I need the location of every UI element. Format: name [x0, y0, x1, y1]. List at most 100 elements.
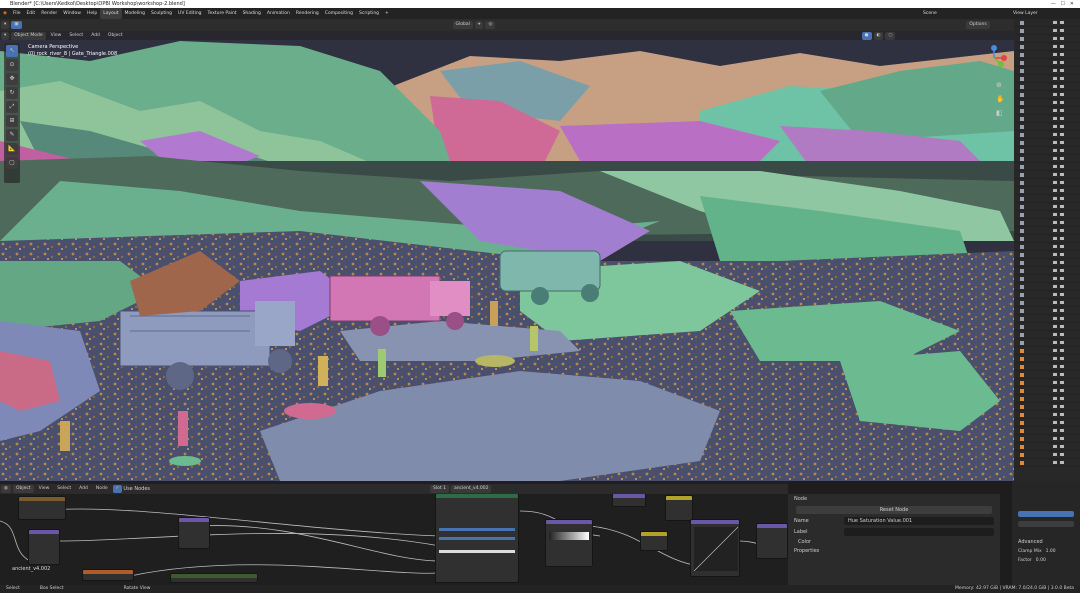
render-camera-icon[interactable] — [1060, 197, 1064, 200]
render-camera-icon[interactable] — [1060, 269, 1064, 272]
visibility-eye-icon[interactable] — [1053, 141, 1057, 144]
node-math[interactable] — [640, 531, 668, 551]
outliner-row[interactable] — [1014, 251, 1080, 259]
editor-type-node-icon[interactable]: ◍ — [1, 485, 11, 493]
render-camera-icon[interactable] — [1060, 69, 1064, 72]
render-camera-icon[interactable] — [1060, 461, 1064, 464]
outliner-row[interactable] — [1014, 83, 1080, 91]
visibility-eye-icon[interactable] — [1053, 229, 1057, 232]
node-menu-node[interactable]: Node — [93, 485, 111, 493]
visibility-eye-icon[interactable] — [1053, 405, 1057, 408]
slot-dropdown[interactable]: Slot 1 — [430, 485, 449, 493]
visibility-eye-icon[interactable] — [1053, 37, 1057, 40]
outliner-row[interactable] — [1014, 283, 1080, 291]
outliner-row[interactable] — [1014, 187, 1080, 195]
visibility-eye-icon[interactable] — [1053, 341, 1057, 344]
render-camera-icon[interactable] — [1060, 109, 1064, 112]
visibility-eye-icon[interactable] — [1053, 101, 1057, 104]
material-selector[interactable]: ancient_v4.002 — [450, 485, 492, 493]
render-camera-icon[interactable] — [1060, 189, 1064, 192]
menu-render[interactable]: Render — [38, 8, 60, 19]
transform-tool-icon[interactable]: ⊞ — [6, 115, 18, 127]
visibility-eye-icon[interactable] — [1053, 309, 1057, 312]
outliner-row[interactable] — [1014, 219, 1080, 227]
render-camera-icon[interactable] — [1060, 53, 1064, 56]
visibility-eye-icon[interactable] — [1053, 133, 1057, 136]
outliner-row[interactable] — [1014, 91, 1080, 99]
outliner-row[interactable] — [1014, 435, 1080, 443]
node-menu-add[interactable]: Add — [76, 485, 91, 493]
visibility-eye-icon[interactable] — [1053, 157, 1057, 160]
visibility-eye-icon[interactable] — [1053, 461, 1057, 464]
outliner-row[interactable] — [1014, 195, 1080, 203]
visibility-eye-icon[interactable] — [1053, 165, 1057, 168]
render-camera-icon[interactable] — [1060, 325, 1064, 328]
tab-animation[interactable]: Animation — [264, 8, 293, 19]
render-camera-icon[interactable] — [1060, 429, 1064, 432]
proportional-icon[interactable]: ◎ — [485, 21, 496, 29]
render-camera-icon[interactable] — [1060, 341, 1064, 344]
node-attribute[interactable] — [82, 569, 134, 581]
node-mix[interactable] — [178, 517, 210, 549]
editor-type-3d[interactable]: ▾ — [1, 31, 10, 40]
reset-node-button[interactable]: Reset Node — [796, 506, 992, 514]
editor-type-icon[interactable]: ▾ — [1, 21, 10, 29]
outliner-row[interactable] — [1014, 275, 1080, 283]
render-camera-icon[interactable] — [1060, 397, 1064, 400]
navigation-gizmo[interactable] — [980, 44, 1008, 72]
node-hue-saturation-selected[interactable] — [756, 523, 788, 559]
snap-icon[interactable]: ⌖ — [474, 21, 484, 29]
render-camera-icon[interactable] — [1060, 21, 1064, 24]
render-camera-icon[interactable] — [1060, 117, 1064, 120]
tab-rendering[interactable]: Rendering — [293, 8, 322, 19]
visibility-eye-icon[interactable] — [1053, 45, 1057, 48]
outliner-row[interactable] — [1014, 379, 1080, 387]
outliner-row[interactable] — [1014, 203, 1080, 211]
scene-selector[interactable]: Scene — [920, 8, 940, 19]
render-camera-icon[interactable] — [1060, 77, 1064, 80]
visibility-eye-icon[interactable] — [1053, 245, 1057, 248]
outliner-row[interactable] — [1014, 371, 1080, 379]
scale-tool-icon[interactable]: ⤢ — [6, 101, 18, 113]
visibility-eye-icon[interactable] — [1053, 373, 1057, 376]
outliner-row[interactable] — [1014, 123, 1080, 131]
render-camera-icon[interactable] — [1060, 285, 1064, 288]
node-value[interactable] — [612, 493, 646, 507]
viewport-menu-add[interactable]: Add — [88, 32, 103, 40]
visibility-eye-icon[interactable] — [1053, 237, 1057, 240]
outliner-row[interactable] — [1014, 43, 1080, 51]
outliner-row[interactable] — [1014, 315, 1080, 323]
outliner-row[interactable] — [1014, 139, 1080, 147]
render-camera-icon[interactable] — [1060, 333, 1064, 336]
render-camera-icon[interactable] — [1060, 413, 1064, 416]
outliner-row[interactable] — [1014, 419, 1080, 427]
render-camera-icon[interactable] — [1060, 445, 1064, 448]
menu-help[interactable]: Help — [84, 8, 100, 19]
menu-window[interactable]: Window — [60, 8, 84, 19]
visibility-eye-icon[interactable] — [1053, 269, 1057, 272]
properties-value-bar-2[interactable] — [1018, 521, 1074, 527]
tab-sculpting[interactable]: Sculpting — [148, 8, 175, 19]
viewport-menu-select[interactable]: Select — [66, 32, 86, 40]
visibility-eye-icon[interactable] — [1053, 437, 1057, 440]
outliner-row[interactable] — [1014, 107, 1080, 115]
visibility-eye-icon[interactable] — [1053, 117, 1057, 120]
outliner-row[interactable] — [1014, 163, 1080, 171]
menu-file[interactable]: File — [10, 8, 24, 19]
color-section[interactable]: Color — [798, 539, 990, 545]
render-camera-icon[interactable] — [1060, 245, 1064, 248]
node-bump[interactable] — [665, 495, 693, 521]
node-color-ramp[interactable] — [545, 519, 593, 567]
visibility-eye-icon[interactable] — [1053, 325, 1057, 328]
tab-texture-paint[interactable]: Texture Paint — [205, 8, 240, 19]
node-mapping[interactable] — [28, 529, 60, 565]
render-camera-icon[interactable] — [1060, 301, 1064, 304]
visibility-eye-icon[interactable] — [1053, 277, 1057, 280]
render-camera-icon[interactable] — [1060, 29, 1064, 32]
node-menu-select[interactable]: Select — [54, 485, 74, 493]
node-menu-view[interactable]: View — [36, 485, 53, 493]
visibility-eye-icon[interactable] — [1053, 253, 1057, 256]
visibility-eye-icon[interactable] — [1053, 21, 1057, 24]
outliner-row[interactable] — [1014, 355, 1080, 363]
outliner-row[interactable] — [1014, 35, 1080, 43]
